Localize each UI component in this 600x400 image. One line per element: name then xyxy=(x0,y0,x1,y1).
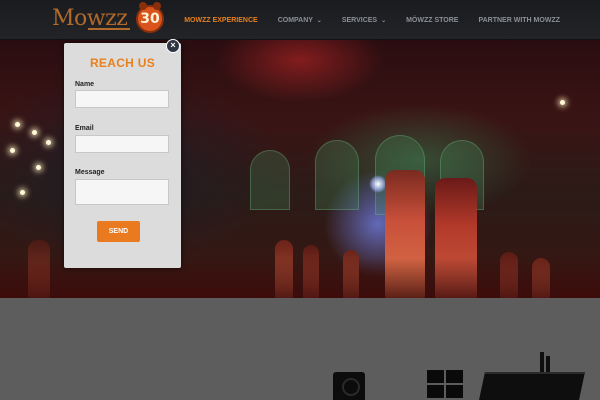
email-field[interactable] xyxy=(75,135,169,153)
speaker-icon xyxy=(333,372,365,400)
grid-icon-cell xyxy=(427,370,444,383)
site-header: Mowzz 30 MOWZZ EXPERIENCE COMPANY ⌄ SERV… xyxy=(0,0,600,40)
close-icon[interactable]: × xyxy=(166,39,180,53)
hero-arch xyxy=(315,140,359,210)
main-nav: MOWZZ EXPERIENCE COMPANY ⌄ SERVICES ⌄ MÖ… xyxy=(164,0,560,40)
badge-ear-left xyxy=(139,2,147,10)
nav-item-services[interactable]: SERVICES ⌄ xyxy=(342,17,386,24)
nav-item-label: MÖWZZ STORE xyxy=(406,16,459,24)
logo-underline xyxy=(88,28,130,30)
hero-light xyxy=(10,148,15,153)
modal-title: REACH US xyxy=(89,56,156,70)
badge-ear-right xyxy=(153,2,161,10)
hero-arch xyxy=(250,150,290,210)
send-button[interactable]: SEND xyxy=(97,221,140,242)
hero-light xyxy=(32,130,37,135)
caret-down-icon: ⌄ xyxy=(316,17,322,24)
hero-light xyxy=(36,165,41,170)
grid-icon-cell xyxy=(427,385,444,398)
nav-item-label: COMPANY xyxy=(277,16,313,24)
message-label: Message xyxy=(75,169,105,176)
nav-item-company[interactable]: COMPANY ⌄ xyxy=(278,17,322,24)
caret-down-icon: ⌄ xyxy=(381,17,387,24)
nav-item-partner[interactable]: PARTNER WITH MOWZZ xyxy=(478,17,560,24)
email-label: Email xyxy=(75,125,94,132)
nav-item-label: MOWZZ EXPERIENCE xyxy=(184,16,258,24)
site-logo[interactable]: Mowzz 30 xyxy=(52,2,164,36)
reach-us-modal: × REACH US Name Email Message SEND xyxy=(64,39,181,268)
grid-icon xyxy=(427,370,463,398)
hero-light xyxy=(560,100,565,105)
nav-item-store[interactable]: MÖWZZ STORE xyxy=(406,17,458,24)
hero-light xyxy=(46,140,51,145)
name-field[interactable] xyxy=(75,90,169,108)
message-field[interactable] xyxy=(75,179,169,205)
services-section xyxy=(0,298,600,400)
logo-badge: 30 xyxy=(136,2,164,33)
nav-item-mowzz-experience[interactable]: MOWZZ EXPERIENCE xyxy=(184,17,258,24)
mixer-stand xyxy=(540,352,544,374)
name-label: Name xyxy=(75,81,95,88)
mixer-icon xyxy=(479,352,585,400)
mixer-body xyxy=(479,372,585,400)
hero-light xyxy=(20,190,25,195)
hero-light xyxy=(15,122,20,127)
logo-badge-text: 30 xyxy=(140,11,160,27)
grid-icon-cell xyxy=(446,370,463,383)
nav-item-label: PARTNER WITH MOWZZ xyxy=(478,16,560,24)
grid-icon-cell xyxy=(446,385,463,398)
nav-item-label: SERVICES xyxy=(341,16,378,24)
